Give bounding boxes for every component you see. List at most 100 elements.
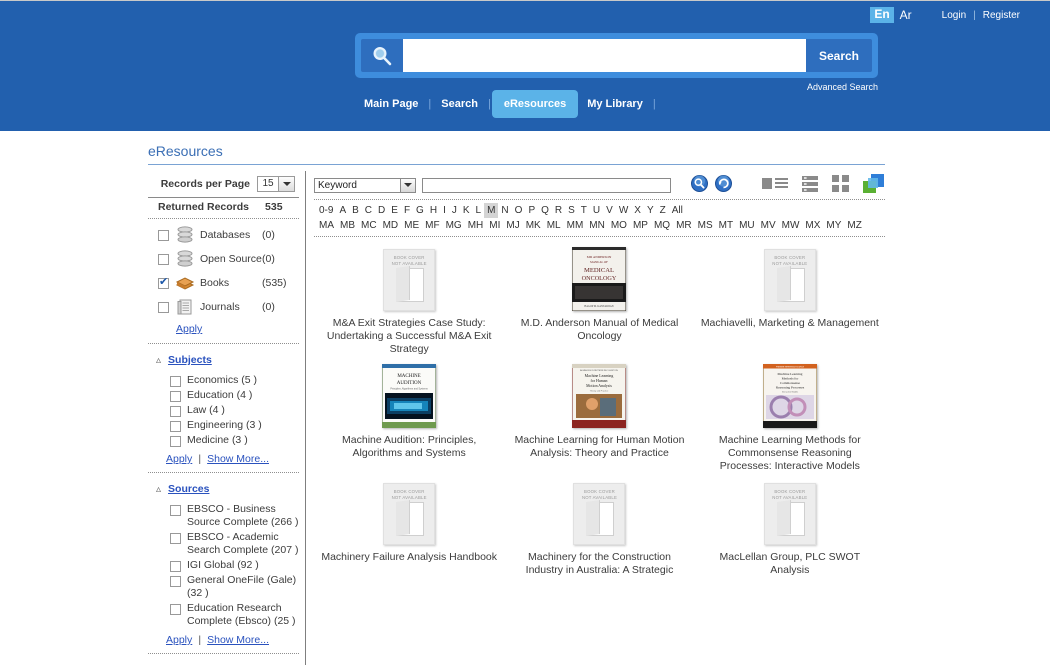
alpha-mm[interactable]: MM bbox=[564, 218, 587, 233]
alpha-v[interactable]: V bbox=[603, 203, 616, 218]
result-card[interactable]: ADVANCES IN PATTERN RECOGNITION Machine … bbox=[504, 362, 694, 473]
facet-subjects-header[interactable]: ▵ Subjects bbox=[148, 350, 299, 370]
checkbox-journals[interactable] bbox=[158, 301, 169, 313]
alpha-ml[interactable]: ML bbox=[544, 218, 564, 233]
alpha-mq[interactable]: MQ bbox=[651, 218, 673, 233]
list-item[interactable]: Economics (5 ) bbox=[170, 373, 299, 388]
checkbox-databases[interactable] bbox=[158, 229, 169, 241]
alpha-t[interactable]: T bbox=[578, 203, 590, 218]
show-more-link-sources[interactable]: Show More... bbox=[207, 634, 269, 646]
checkbox-subject-engineering[interactable] bbox=[170, 421, 181, 432]
gallery-view-icon[interactable] bbox=[863, 173, 885, 197]
list-item[interactable]: Books (535) bbox=[148, 271, 299, 295]
global-search-input[interactable] bbox=[403, 39, 806, 72]
alpha-mh[interactable]: MH bbox=[465, 218, 487, 233]
advanced-search-link[interactable]: Advanced Search bbox=[807, 82, 878, 92]
language-en[interactable]: En bbox=[870, 7, 894, 23]
facet-sources-header[interactable]: ▵ Sources bbox=[148, 479, 299, 499]
checkbox-source-igi-global[interactable] bbox=[170, 561, 181, 572]
field-select[interactable]: Keyword bbox=[314, 177, 416, 193]
alpha-h[interactable]: H bbox=[427, 203, 440, 218]
checkbox-source-education-research[interactable] bbox=[170, 604, 181, 615]
result-title[interactable]: M&A Exit Strategies Case Study: Undertak… bbox=[320, 317, 498, 356]
result-title[interactable]: Machine Learning for Human Motion Analys… bbox=[510, 434, 688, 460]
checkbox-source-ebsco-academic[interactable] bbox=[170, 533, 181, 544]
alpha-k[interactable]: K bbox=[460, 203, 473, 218]
filter-input[interactable] bbox=[421, 177, 671, 193]
alpha-mn[interactable]: MN bbox=[586, 218, 608, 233]
checkbox-open-source[interactable] bbox=[158, 253, 169, 265]
alpha-f[interactable]: F bbox=[401, 203, 413, 218]
book-cover[interactable]: ADVANCES IN PATTERN RECOGNITION Machine … bbox=[510, 362, 688, 428]
checkbox-subject-medicine[interactable] bbox=[170, 436, 181, 447]
checkbox-books[interactable] bbox=[158, 276, 169, 289]
list-item[interactable]: General OneFile (Gale) (32 ) bbox=[170, 573, 299, 601]
nav-item-eresources[interactable]: eResources bbox=[491, 90, 579, 118]
alpha-ma[interactable]: MA bbox=[316, 218, 337, 233]
nav-item-search[interactable]: Search bbox=[432, 89, 487, 119]
alpha-0-9[interactable]: 0-9 bbox=[316, 203, 336, 218]
alpha-u[interactable]: U bbox=[590, 203, 603, 218]
book-cover[interactable]: BOOK COVER NOT AVAILABLE bbox=[510, 479, 688, 545]
result-title[interactable]: M.D. Anderson Manual of Medical Oncology bbox=[510, 317, 688, 343]
result-title[interactable]: Machinery for the Construction Industry … bbox=[510, 551, 688, 577]
alpha-mi[interactable]: MI bbox=[486, 218, 503, 233]
alpha-mk[interactable]: MK bbox=[523, 218, 544, 233]
result-card[interactable]: BOOK COVER NOT AVAILABLE Machinery for th… bbox=[504, 479, 694, 577]
alpha-mz[interactable]: MZ bbox=[844, 218, 864, 233]
alpha-b[interactable]: B bbox=[349, 203, 362, 218]
result-card[interactable]: BOOK COVER NOT AVAILABLE Machiavelli, Mar… bbox=[695, 245, 885, 356]
alpha-mt[interactable]: MT bbox=[716, 218, 736, 233]
book-cover[interactable]: BOOK COVER NOT AVAILABLE bbox=[320, 245, 498, 311]
alpha-me[interactable]: ME bbox=[401, 218, 422, 233]
alpha-d[interactable]: D bbox=[375, 203, 388, 218]
alpha-l[interactable]: L bbox=[473, 203, 485, 218]
register-link[interactable]: Register bbox=[983, 10, 1020, 21]
nav-item-my-library[interactable]: My Library bbox=[578, 89, 652, 119]
list-item[interactable]: Open Source (0) bbox=[148, 247, 299, 271]
alpha-a[interactable]: A bbox=[336, 203, 349, 218]
alpha-s[interactable]: S bbox=[565, 203, 578, 218]
nav-item-main-page[interactable]: Main Page bbox=[355, 89, 427, 119]
language-ar[interactable]: Ar bbox=[900, 8, 912, 22]
search-circle-icon[interactable] bbox=[691, 175, 708, 195]
alpha-p[interactable]: P bbox=[525, 203, 538, 218]
list-item[interactable]: Engineering (3 ) bbox=[170, 418, 299, 433]
alpha-mb[interactable]: MB bbox=[337, 218, 358, 233]
alpha-all[interactable]: All bbox=[669, 203, 686, 218]
alpha-my[interactable]: MY bbox=[823, 218, 844, 233]
result-card[interactable]: BOOK COVER NOT AVAILABLE Machinery Failur… bbox=[314, 479, 504, 577]
alpha-o[interactable]: O bbox=[512, 203, 526, 218]
list-item[interactable]: Medicine (3 ) bbox=[170, 433, 299, 448]
alpha-r[interactable]: R bbox=[552, 203, 565, 218]
result-title[interactable]: Machinery Failure Analysis Handbook bbox=[320, 551, 498, 564]
result-card[interactable]: BOOK COVER NOT AVAILABLE M&A Exit Strateg… bbox=[314, 245, 504, 356]
result-card[interactable]: MD ANDERSON MANUAL OF MEDICAL ONCOLOGY H… bbox=[504, 245, 694, 356]
alpha-w[interactable]: W bbox=[616, 203, 631, 218]
alpha-mc[interactable]: MC bbox=[358, 218, 380, 233]
alpha-i[interactable]: I bbox=[440, 203, 449, 218]
checkbox-source-general-onefile[interactable] bbox=[170, 576, 181, 587]
facet-sources-title[interactable]: Sources bbox=[168, 483, 209, 495]
list-view-icon[interactable] bbox=[762, 176, 788, 194]
alpha-mg[interactable]: MG bbox=[443, 218, 465, 233]
records-per-page-select[interactable]: 15 bbox=[257, 176, 295, 192]
alpha-m[interactable]: M bbox=[484, 203, 499, 218]
alpha-mv[interactable]: MV bbox=[758, 218, 779, 233]
result-title[interactable]: Machine Audition: Principles, Algorithms… bbox=[320, 434, 498, 460]
alpha-mj[interactable]: MJ bbox=[503, 218, 522, 233]
detail-view-icon[interactable] bbox=[802, 175, 818, 195]
facet-subjects-title[interactable]: Subjects bbox=[168, 354, 212, 366]
checkbox-subject-law[interactable] bbox=[170, 406, 181, 417]
list-item[interactable]: Education Research Complete (Ebsco) (25 … bbox=[170, 601, 299, 629]
alpha-e[interactable]: E bbox=[388, 203, 401, 218]
apply-link-subjects[interactable]: Apply bbox=[166, 453, 192, 465]
result-title[interactable]: Machine Learning Methods for Commonsense… bbox=[701, 434, 879, 473]
checkbox-subject-economics[interactable] bbox=[170, 376, 181, 387]
book-cover[interactable]: BOOK COVER NOT AVAILABLE bbox=[320, 479, 498, 545]
apply-link-sources[interactable]: Apply bbox=[166, 634, 192, 646]
result-card[interactable]: MACHINE AUDITION Principles, Algorithms … bbox=[314, 362, 504, 473]
book-cover[interactable]: PREMIER REFERENCE SOURCE Machine Learnin… bbox=[701, 362, 879, 428]
alpha-mo[interactable]: MO bbox=[608, 218, 630, 233]
alpha-n[interactable]: N bbox=[498, 203, 511, 218]
